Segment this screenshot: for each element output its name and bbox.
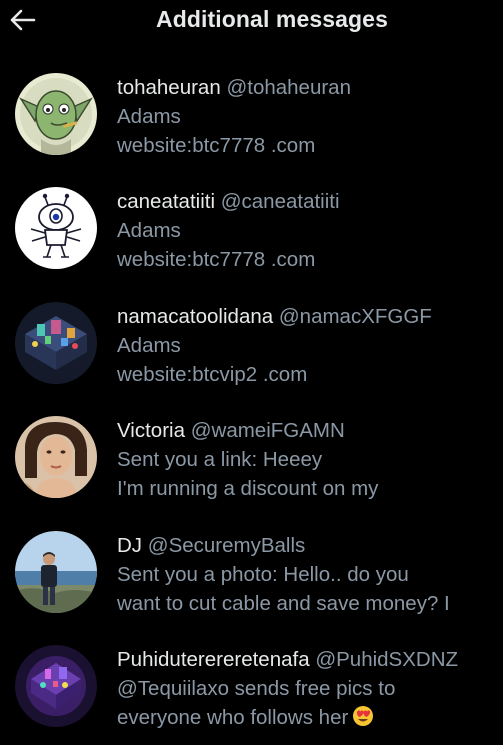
sender-handle: @wameiFGAMN bbox=[190, 419, 345, 442]
sender-name: Victoria bbox=[117, 419, 185, 442]
message-line: Adams bbox=[117, 219, 181, 242]
message-line: website:btc7778 .com bbox=[117, 248, 316, 271]
avatar[interactable] bbox=[15, 302, 97, 384]
message-preview: DJ @SecuremyBalls Sent you a photo: Hell… bbox=[117, 531, 497, 618]
sender-handle: @caneatatiiti bbox=[220, 190, 340, 213]
message-line: Adams bbox=[117, 334, 181, 357]
message-preview: Victoria @wameiFGAMN Sent you a link: He… bbox=[117, 416, 497, 503]
avatar[interactable] bbox=[15, 416, 97, 498]
message-line: want to cut cable and save money? I bbox=[117, 592, 450, 615]
message-line: Adams bbox=[117, 105, 181, 128]
sender-name: namacatoolidana bbox=[117, 305, 274, 328]
message-request-item[interactable]: Victoria @wameiFGAMN Sent you a link: He… bbox=[0, 399, 503, 511]
alien-cartoon-avatar bbox=[15, 187, 97, 269]
message-preview: caneatatiiti @caneatatiiti Adams website… bbox=[117, 187, 497, 274]
message-line: I'm running a discount on my bbox=[117, 477, 379, 500]
message-line: everyone who follows her bbox=[117, 703, 497, 735]
isometric-game-scene-avatar bbox=[15, 302, 97, 384]
message-request-item[interactable]: Puhiduterereretenafa @PuhidSXDNZ @Tequii… bbox=[0, 628, 503, 740]
sender-handle: @PuhidSXDNZ bbox=[315, 648, 459, 671]
purple-game-scene-avatar bbox=[15, 645, 97, 727]
arrow-left-icon bbox=[10, 9, 36, 31]
message-line: website:btcvip2 .com bbox=[117, 363, 308, 386]
message-line: @Tequiilaxo sends free pics to bbox=[117, 677, 396, 700]
avatar[interactable] bbox=[15, 645, 97, 727]
message-line: Sent you a photo: Hello.. do you bbox=[117, 563, 409, 586]
top-bar: Additional messages bbox=[0, 0, 503, 44]
man-by-sea-photo-avatar bbox=[15, 531, 97, 613]
back-button[interactable] bbox=[6, 4, 38, 36]
message-line: Sent you a link: Heeey bbox=[117, 448, 323, 471]
message-preview: namacatoolidana @namacXFGGF Adams websit… bbox=[117, 302, 497, 389]
message-request-item[interactable]: tohaheuran @tohaheuran Adams website:btc… bbox=[0, 56, 503, 168]
message-line-text: everyone who follows her bbox=[117, 706, 349, 729]
avatar[interactable] bbox=[15, 531, 97, 613]
avatar[interactable] bbox=[15, 73, 97, 155]
green-goblin-cartoon-avatar bbox=[15, 73, 97, 155]
sender-handle: @tohaheuran bbox=[226, 76, 351, 99]
sender-name: DJ bbox=[117, 534, 143, 557]
sender-name: Puhiduterereretenafa bbox=[117, 648, 310, 671]
woman-portrait-avatar bbox=[15, 416, 97, 498]
message-line: website:btc7778 .com bbox=[117, 134, 316, 157]
sender-name: caneatatiiti bbox=[117, 190, 216, 213]
message-request-item[interactable]: caneatatiiti @caneatatiiti Adams website… bbox=[0, 170, 503, 282]
page-title: Additional messages bbox=[156, 6, 388, 32]
sender-handle: @SecuremyBalls bbox=[147, 534, 306, 557]
sender-handle: @namacXFGGF bbox=[278, 305, 432, 328]
avatar[interactable] bbox=[15, 187, 97, 269]
sender-name: tohaheuran bbox=[117, 76, 221, 99]
message-request-item[interactable]: namacatoolidana @namacXFGGF Adams websit… bbox=[0, 285, 503, 397]
message-request-item[interactable]: DJ @SecuremyBalls Sent you a photo: Hell… bbox=[0, 514, 503, 626]
heart-eyes-emoji bbox=[352, 705, 374, 735]
message-preview: Puhiduterereretenafa @PuhidSXDNZ @Tequii… bbox=[117, 645, 497, 735]
message-preview: tohaheuran @tohaheuran Adams website:btc… bbox=[117, 73, 497, 160]
